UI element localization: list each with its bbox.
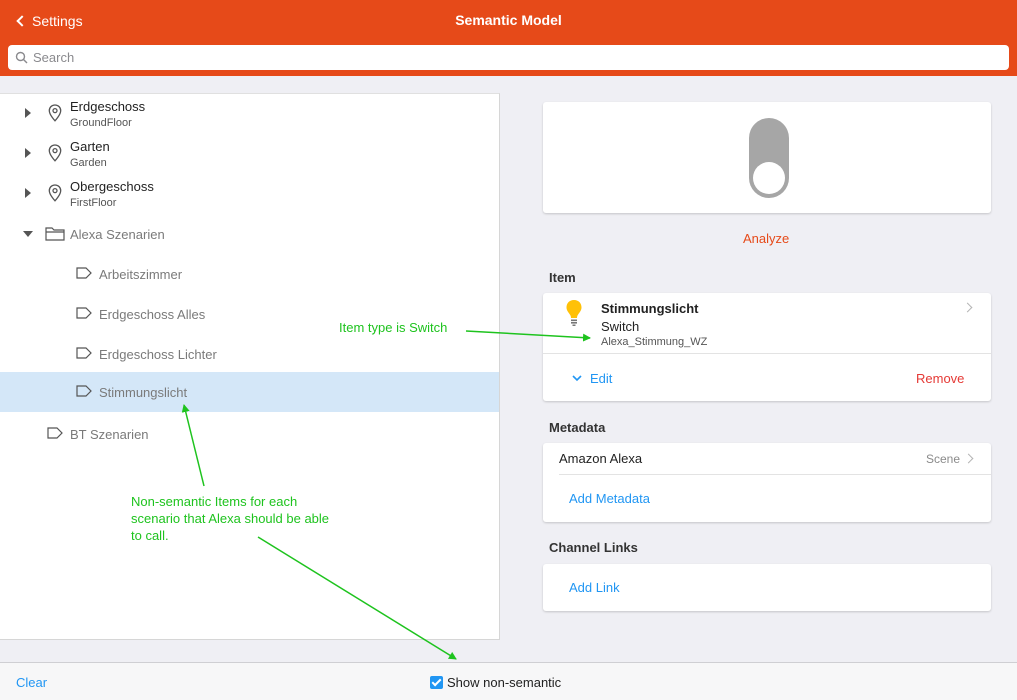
tree-node-erdgeschoss[interactable]: Erdgeschoss GroundFloor	[0, 94, 499, 134]
tree-node-arbeitszimmer[interactable]: Arbeitszimmer	[0, 254, 499, 294]
lightbulb-icon	[566, 300, 582, 326]
item-type: Switch	[601, 319, 640, 334]
tree-node-title: Obergeschoss	[70, 179, 154, 194]
analyze-button[interactable]: Analyze	[743, 231, 789, 246]
search-icon	[15, 51, 28, 64]
item-card: Stimmungslicht Switch Alexa_Stimmung_WZ …	[543, 293, 991, 401]
tag-icon	[76, 385, 92, 397]
item-summary-row[interactable]: Stimmungslicht Switch Alexa_Stimmung_WZ	[543, 293, 991, 353]
tree-node-obergeschoss[interactable]: Obergeschoss FirstFloor	[0, 174, 499, 214]
tree-node-title: Arbeitszimmer	[99, 267, 183, 282]
metadata-section-title: Metadata	[549, 420, 606, 435]
folder-icon	[45, 227, 65, 241]
expand-toggle-icon[interactable]	[25, 148, 31, 158]
tree-node-erdgeschoss-lichter[interactable]: Erdgeschoss Lichter	[0, 334, 499, 374]
edit-button[interactable]: Edit	[572, 371, 612, 386]
tag-icon	[76, 347, 92, 359]
tree-node-subtitle: FirstFloor	[70, 197, 117, 209]
annotation-item-type: Item type is Switch	[339, 320, 448, 335]
divider	[559, 474, 991, 475]
remove-button[interactable]: Remove	[916, 371, 964, 386]
channel-links-section-title: Channel Links	[549, 540, 638, 555]
show-nonsemantic-label: Show non-semantic	[447, 675, 562, 690]
tree-node-title: Garten	[70, 139, 110, 154]
tree-node-title: Erdgeschoss Alles	[99, 307, 206, 322]
switch-state-toggle[interactable]	[749, 118, 789, 198]
tag-icon	[76, 267, 92, 279]
show-nonsemantic-toggle[interactable]: Show non-semantic	[430, 675, 561, 690]
expand-toggle-icon[interactable]	[25, 188, 31, 198]
tree-node-alexa-szenarien[interactable]: Alexa Szenarien	[0, 214, 499, 254]
tree-node-title: Alexa Szenarien	[70, 227, 165, 242]
channel-links-card: Add Link	[543, 564, 991, 611]
tree-node-garten[interactable]: Garten Garden	[0, 134, 499, 174]
search-input[interactable]	[33, 50, 933, 65]
add-link-button[interactable]: Add Link	[569, 580, 620, 595]
item-id: Alexa_Stimmung_WZ	[601, 336, 708, 348]
chevron-down-icon	[572, 375, 582, 382]
location-pin-icon	[48, 184, 62, 202]
chevron-right-icon	[962, 302, 973, 313]
navbar: Settings Semantic Model	[0, 0, 1017, 76]
tree-node-subtitle: Garden	[70, 157, 107, 169]
edit-label: Edit	[590, 371, 613, 386]
show-nonsemantic-checkbox[interactable]	[430, 676, 443, 689]
clear-button[interactable]: Clear	[16, 675, 47, 690]
tree-node-subtitle: GroundFloor	[70, 117, 132, 129]
expand-toggle-icon[interactable]	[25, 108, 31, 118]
metadata-value: Scene	[926, 452, 961, 466]
tree-node-bt-szenarien[interactable]: BT Szenarien	[0, 414, 499, 454]
tree-node-title: Erdgeschoss Lichter	[99, 347, 217, 362]
metadata-namespace: Amazon Alexa	[559, 451, 643, 466]
switch-knob	[753, 162, 785, 194]
location-pin-icon	[48, 144, 62, 162]
page-title: Semantic Model	[455, 12, 562, 28]
collapse-toggle-icon[interactable]	[23, 231, 33, 237]
tag-icon	[47, 427, 63, 439]
chevron-right-icon	[963, 453, 974, 464]
annotation-nonsemantic: Non-semantic Items for each scenario tha…	[131, 494, 330, 543]
bottom-toolbar: Clear Show non-semantic	[0, 662, 1017, 700]
add-metadata-button[interactable]: Add Metadata	[569, 491, 650, 506]
tag-icon	[76, 307, 92, 319]
tree-node-title: Stimmungslicht	[99, 385, 188, 400]
search-bar[interactable]	[8, 45, 1009, 70]
item-section-title: Item	[549, 270, 576, 285]
metadata-card: Amazon Alexa Scene Add Metadata	[543, 443, 991, 522]
item-name: Stimmungslicht	[601, 301, 699, 316]
location-pin-icon	[48, 104, 62, 122]
tree-node-stimmungslicht[interactable]: Stimmungslicht	[0, 372, 499, 412]
tree-node-title: Erdgeschoss	[70, 99, 146, 114]
divider	[543, 353, 991, 354]
state-preview-card	[543, 102, 991, 213]
metadata-row-amazon-alexa[interactable]: Amazon Alexa Scene	[543, 443, 991, 475]
tree-node-title: BT Szenarien	[70, 427, 149, 442]
semantic-tree: Erdgeschoss GroundFloor Garten Garden Ob…	[0, 93, 500, 640]
